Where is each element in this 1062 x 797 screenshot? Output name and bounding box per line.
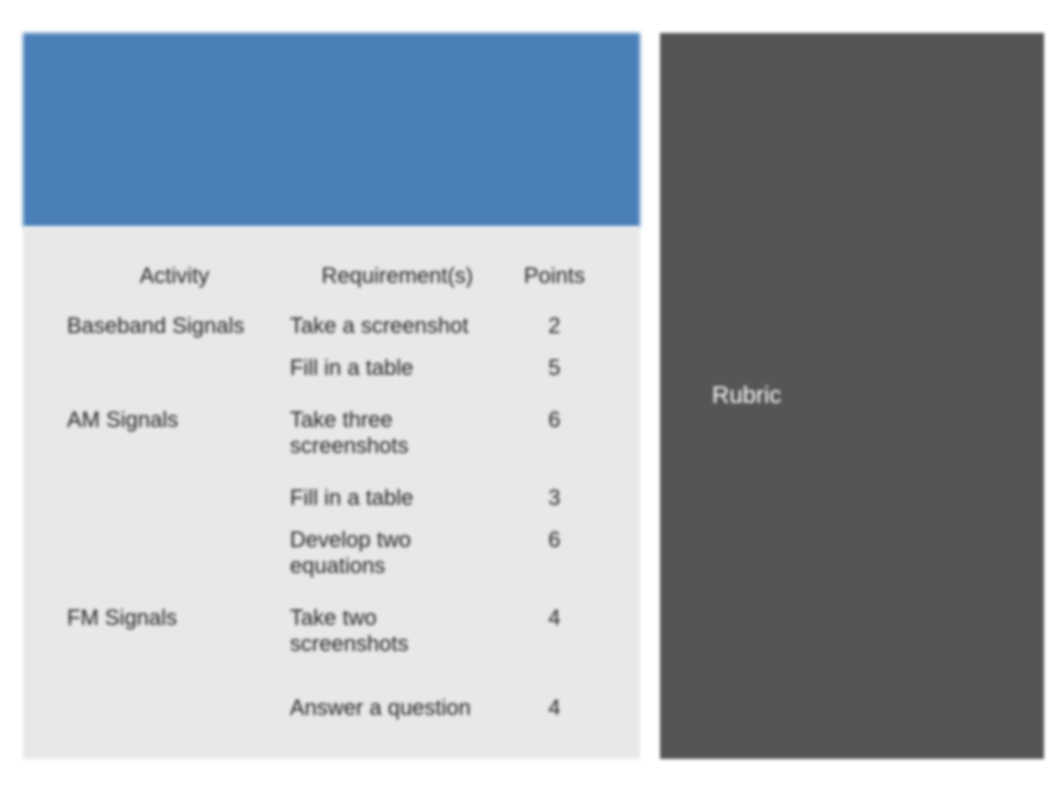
cell-points: 4	[509, 665, 600, 729]
table-row: Fill in a table5	[63, 347, 600, 389]
table-row: Develop two equations6	[63, 519, 600, 587]
rubric-table: Activity Requirement(s) Points Baseband …	[63, 257, 600, 729]
slide-container: Activity Requirement(s) Points Baseband …	[23, 33, 1044, 759]
header-requirement: Requirement(s)	[286, 257, 509, 305]
cell-requirement: Fill in a table	[286, 347, 509, 389]
table-row: Fill in a table3	[63, 467, 600, 519]
table-row: Baseband SignalsTake a screenshot2	[63, 305, 600, 347]
header-activity: Activity	[63, 257, 286, 305]
cell-activity: FM Signals	[63, 587, 286, 665]
cell-requirement: Take a screenshot	[286, 305, 509, 347]
table-header-row: Activity Requirement(s) Points	[63, 257, 600, 305]
cell-activity: AM Signals	[63, 389, 286, 467]
left-panel: Activity Requirement(s) Points Baseband …	[23, 33, 640, 759]
right-panel: Rubric	[660, 33, 1044, 759]
header-points: Points	[509, 257, 600, 305]
cell-points: 3	[509, 467, 600, 519]
cell-points: 5	[509, 347, 600, 389]
cell-points: 6	[509, 389, 600, 467]
cell-requirement: Develop two equations	[286, 519, 509, 587]
table-row: AM SignalsTake three screenshots6	[63, 389, 600, 467]
cell-points: 2	[509, 305, 600, 347]
cell-points: 4	[509, 587, 600, 665]
cell-activity	[63, 467, 286, 519]
rubric-label: Rubric	[712, 382, 781, 410]
cell-activity	[63, 347, 286, 389]
cell-points: 6	[509, 519, 600, 587]
cell-requirement: Take two screenshots	[286, 587, 509, 665]
table-row: FM SignalsTake two screenshots4	[63, 587, 600, 665]
cell-requirement: Take three screenshots	[286, 389, 509, 467]
cell-activity	[63, 519, 286, 587]
cell-requirement: Answer a question	[286, 665, 509, 729]
cell-requirement: Fill in a table	[286, 467, 509, 519]
cell-activity: Baseband Signals	[63, 305, 286, 347]
rubric-table-area: Activity Requirement(s) Points Baseband …	[23, 227, 640, 759]
title-banner	[23, 33, 640, 227]
cell-activity	[63, 665, 286, 729]
table-row: Answer a question4	[63, 665, 600, 729]
